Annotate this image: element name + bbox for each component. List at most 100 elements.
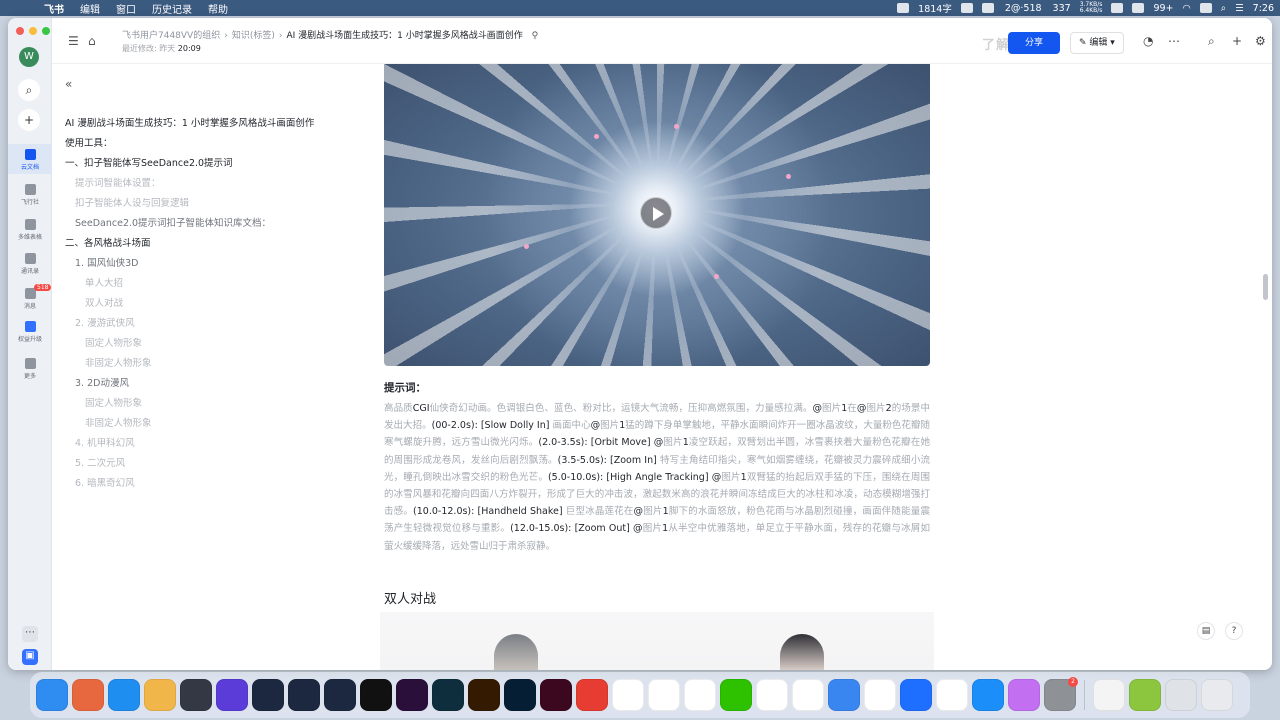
home-icon[interactable]: ⌂ xyxy=(88,34,96,48)
avatar[interactable]: W xyxy=(19,47,39,67)
clock[interactable]: 7:26 xyxy=(1253,3,1274,14)
dock-wps-icon[interactable] xyxy=(612,679,644,711)
dock-illustrator-icon[interactable] xyxy=(468,679,500,711)
dock-launchpad-icon[interactable] xyxy=(72,679,104,711)
menu-help[interactable]: 帮助 xyxy=(208,1,228,16)
toc-item[interactable]: 使用工具： xyxy=(65,135,113,149)
dock-premiere-icon[interactable] xyxy=(396,679,428,711)
share-button[interactable]: 分享 xyxy=(1008,32,1060,54)
toc-item[interactable]: 5. 二次元风 xyxy=(75,455,125,469)
toc-item[interactable]: 4. 机甲科幻风 xyxy=(75,435,135,449)
toc-item[interactable]: SeeDance2.0提示词扣子智能体知识库文档： xyxy=(75,215,271,229)
dock-xmind-icon[interactable] xyxy=(576,679,608,711)
rail-item-app[interactable]: 飞行社 xyxy=(8,184,52,206)
dock-safari-icon[interactable] xyxy=(108,679,140,711)
toc-item[interactable]: 二、各风格战斗场面 xyxy=(65,235,151,249)
rail-item-more[interactable]: 更多 xyxy=(8,358,52,380)
battery-icon[interactable] xyxy=(1199,3,1212,13)
toc-item[interactable]: 6. 暗黑奇幻风 xyxy=(75,475,135,489)
dock-chrome-icon[interactable] xyxy=(936,679,968,711)
tray-icon[interactable] xyxy=(1111,3,1124,13)
rail-item-docs[interactable]: 云文档 xyxy=(8,144,52,174)
control-center-icon[interactable]: ☰ xyxy=(1235,3,1244,14)
dock-system-settings-icon[interactable]: 2 xyxy=(1044,677,1078,711)
status-app-icon[interactable] xyxy=(897,3,910,13)
dock-baidu-netdisk-icon[interactable] xyxy=(648,679,680,711)
edit-mode-button[interactable]: ✎ 编辑 ▾ xyxy=(1070,32,1124,54)
toc-item[interactable]: 双人对战 xyxy=(85,295,123,309)
more-icon[interactable]: ⋯ xyxy=(1168,34,1180,48)
dock-video-app-icon[interactable] xyxy=(216,679,248,711)
dock-lark-icon[interactable] xyxy=(684,679,716,711)
dock-quark-icon[interactable] xyxy=(792,679,824,711)
toc-item[interactable]: 固定人物形象 xyxy=(85,335,142,349)
rail-item-base[interactable]: 多维表格 xyxy=(8,219,52,241)
counter[interactable]: 337 xyxy=(1053,3,1071,14)
minimize-window-button[interactable] xyxy=(29,27,37,35)
dock-feishu-meeting-icon[interactable] xyxy=(864,679,896,711)
dock-trash-icon[interactable] xyxy=(1201,679,1233,711)
dock-doc-viewer-icon[interactable] xyxy=(1129,679,1161,711)
menu-history[interactable]: 历史记录 xyxy=(152,1,192,16)
video-player[interactable] xyxy=(384,64,930,366)
toc-item[interactable]: 非固定人物形象 xyxy=(85,415,152,429)
dock-screenshot-icon[interactable] xyxy=(1165,679,1197,711)
rail-item-upgrade[interactable]: 权益升级 xyxy=(8,321,52,343)
sidebar-toggle-icon[interactable]: ☰ xyxy=(68,34,79,48)
tray-icon[interactable] xyxy=(1132,3,1145,13)
breadcrumb-org[interactable]: 飞书用户7448VV的组织 xyxy=(122,31,220,41)
dock-c4d-2-icon[interactable] xyxy=(288,679,320,711)
search-icon[interactable]: ⌕ xyxy=(18,79,40,101)
toc-item[interactable]: 一、扣子智能体写SeeDance2.0提示词 xyxy=(65,155,233,169)
play-icon[interactable] xyxy=(640,197,672,229)
toc-item[interactable]: 非固定人物形象 xyxy=(85,355,152,369)
toc-item[interactable]: 提示词智能体设置： xyxy=(75,175,161,189)
rail-item-messages[interactable]: 消息 518 xyxy=(8,284,52,310)
menu-window[interactable]: 窗口 xyxy=(116,1,136,16)
search-icon[interactable]: ⌕ xyxy=(1208,34,1215,49)
dock-audition-icon[interactable] xyxy=(432,679,464,711)
toc-item[interactable]: AI 漫剧战斗场面生成技巧：1 小时掌握多风格战斗画面创作 xyxy=(65,115,314,129)
dock-c4d-1-icon[interactable] xyxy=(252,679,284,711)
tray-icon[interactable] xyxy=(981,3,994,13)
dock-davinci-icon[interactable] xyxy=(180,679,212,711)
workspace-icon[interactable]: ▣ xyxy=(22,649,38,665)
outline-icon[interactable]: ▤ xyxy=(1197,622,1215,640)
toc-item[interactable]: 3. 2D动漫风 xyxy=(75,375,129,389)
menu-app-name[interactable]: 飞书 xyxy=(44,1,64,16)
add-icon[interactable]: + xyxy=(1232,34,1242,48)
dock-indesign-icon[interactable] xyxy=(540,679,572,711)
dock-qq-music-cat-icon[interactable] xyxy=(1008,679,1040,711)
close-window-button[interactable] xyxy=(16,27,24,35)
zoom-window-button[interactable] xyxy=(42,27,50,35)
wifi-icon[interactable]: ◠ xyxy=(1183,3,1191,14)
doc-status[interactable]: 2@·518 xyxy=(1003,3,1044,14)
search-icon[interactable]: ⌕ xyxy=(1221,3,1226,14)
dock-qq-icon[interactable] xyxy=(756,679,788,711)
dock-capcut-icon[interactable] xyxy=(360,679,392,711)
more-apps-icon[interactable]: ⋯ xyxy=(22,626,38,642)
dock-tencent-meeting-icon[interactable] xyxy=(900,679,932,711)
scrollbar-thumb[interactable] xyxy=(1263,274,1268,300)
dock-finder-icon[interactable] xyxy=(36,679,68,711)
add-icon[interactable]: + xyxy=(18,109,40,131)
toc-item[interactable]: 扣子智能体人设与回复逻辑 xyxy=(75,195,189,209)
notification-icon[interactable]: ◔ xyxy=(1143,34,1153,48)
breadcrumb-doc[interactable]: AI 漫剧战斗场面生成技巧：1 小时掌握多风格战斗画面创作 xyxy=(286,31,522,41)
dock-notes-icon[interactable] xyxy=(1093,679,1125,711)
collapse-toc-icon[interactable]: « xyxy=(65,77,72,91)
menu-edit[interactable]: 编辑 xyxy=(80,1,100,16)
help-icon[interactable]: ? xyxy=(1225,622,1243,640)
toc-item[interactable]: 2. 漫游武侠风 xyxy=(75,315,135,329)
toc-item[interactable]: 1. 国风仙侠3D xyxy=(75,255,138,269)
pin-icon[interactable]: ⚲ xyxy=(532,31,539,41)
toc-item[interactable]: 固定人物形象 xyxy=(85,395,142,409)
word-count[interactable]: 1814字 xyxy=(918,1,952,15)
dock-photoshop-icon[interactable] xyxy=(504,679,536,711)
tray-icon[interactable] xyxy=(960,3,973,13)
toc-item[interactable]: 单人大招 xyxy=(85,275,123,289)
dock-wechat-icon[interactable] xyxy=(720,679,752,711)
rail-item-contacts[interactable]: 通讯录 xyxy=(8,253,52,275)
dock-c4d-3-icon[interactable] xyxy=(324,679,356,711)
dock-app-store-icon[interactable] xyxy=(972,679,1004,711)
